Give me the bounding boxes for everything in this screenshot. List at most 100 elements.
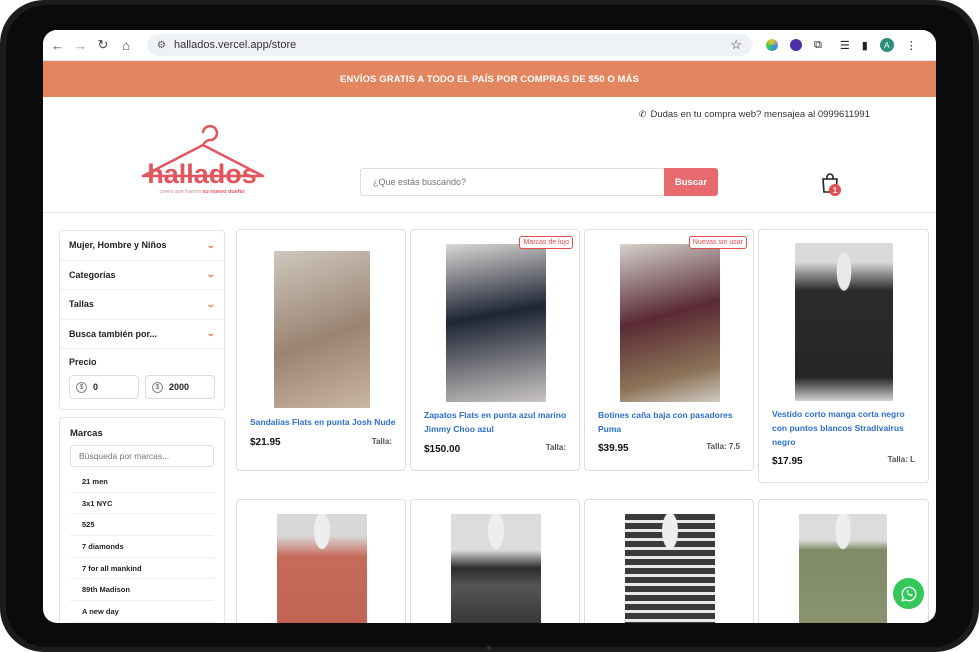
price-min-field[interactable]: $ 0 — [69, 375, 139, 399]
price-label: Precio — [69, 357, 97, 367]
product-card[interactable]: Vestido corto manga corta negro con punto… — [758, 229, 929, 483]
extension-icon[interactable] — [766, 39, 778, 51]
title-line: Zapatos Flats en punta azul marino — [424, 410, 567, 420]
playlist-icon[interactable]: ☰ — [840, 39, 850, 52]
address-bar[interactable]: ⚙ hallados.vercel.app/store ☆ — [147, 34, 752, 56]
filter-label: Tallas — [69, 299, 94, 310]
product-size: Talla: 7.5 — [706, 442, 740, 451]
url-text: hallados.vercel.app/store — [173, 39, 297, 51]
logo-tagline-1: crees que fueron — [160, 189, 203, 195]
chevron-down-icon: ⌄ — [206, 298, 217, 309]
dollar-icon: $ — [152, 381, 163, 393]
product-title[interactable]: Vestido corto manga corta negro con punto… — [772, 407, 905, 449]
product-price: $21.95 — [250, 437, 281, 448]
title-line: Jimmy Choo azul — [424, 424, 494, 434]
product-card[interactable]: Sandalias Flats en punta Josh Nude $21.9… — [236, 229, 406, 471]
phone-icon: ✆ — [638, 109, 647, 119]
screen: ← → ↻ ⌂ ⚙ hallados.vercel.app/store ☆ ⧉ … — [43, 30, 936, 623]
product-image[interactable] — [451, 514, 541, 623]
product-badge: Nuevas sin usar — [688, 236, 747, 249]
filter-label: Categorías — [69, 269, 116, 280]
filter-categories[interactable]: Categorías ⌄ — [60, 261, 224, 290]
site-header: ✆ Dudas en tu compra web? mensajea al 09… — [43, 97, 936, 213]
product-card[interactable]: Nuevas sin usar Botines caña baja con pa… — [584, 229, 754, 471]
product-price: $150.00 — [424, 444, 461, 455]
product-title[interactable]: Sandalias Flats en punta Josh Nude — [250, 415, 395, 429]
title-line: negro — [772, 437, 796, 447]
brand-filter: Marcas 21 men 3x1 NYC 525 7 diamonds 7 f… — [59, 417, 225, 623]
whatsapp-icon — [900, 586, 916, 602]
product-image[interactable] — [620, 244, 720, 402]
brand-item[interactable]: 7 diamonds — [70, 536, 214, 558]
brand-search-input[interactable] — [70, 445, 214, 467]
logo-text: hallados — [147, 159, 257, 189]
product-size: Talla: L — [887, 455, 915, 464]
product-price: $39.95 — [598, 443, 629, 454]
bookmark-star-icon[interactable]: ☆ — [730, 37, 742, 53]
help-contact: ✆ Dudas en tu compra web? mensajea al 09… — [639, 109, 870, 120]
search-input[interactable] — [360, 168, 664, 196]
filter-gender[interactable]: Mujer, Hombre y Niños ⌄ — [60, 231, 224, 261]
promo-banner: ENVÍOS GRATIS A TODO EL PAÍS POR COMPRAS… — [43, 61, 936, 97]
product-image[interactable] — [625, 514, 715, 623]
product-card[interactable] — [236, 499, 406, 623]
cart-count-badge: 1 — [829, 184, 841, 196]
puzzle-icon[interactable]: ⧉ — [814, 39, 822, 52]
filter-label: Mujer, Hombre y Niños — [69, 240, 167, 251]
filter-sizes[interactable]: Tallas ⌄ — [60, 290, 224, 320]
brand-item[interactable]: 21 men — [70, 471, 214, 493]
home-icon[interactable]: ⌂ — [120, 38, 132, 53]
forward-icon[interactable]: → — [74, 38, 87, 53]
back-icon[interactable]: ← — [51, 38, 64, 53]
hanger-icon: hallados crees que fueron su nuevo dueño — [141, 124, 265, 195]
product-image[interactable] — [795, 243, 893, 401]
product-price: $17.95 — [772, 456, 803, 467]
filter-more[interactable]: Busca también por... ⌄ — [60, 320, 224, 349]
product-image[interactable] — [277, 514, 367, 623]
help-text: Dudas en tu compra web? mensajea al 0999… — [650, 109, 870, 120]
product-card[interactable] — [410, 499, 580, 623]
whatsapp-button[interactable] — [893, 578, 924, 609]
search-bar: Buscar — [360, 168, 718, 196]
product-badge: Marcas de lujo — [519, 236, 573, 249]
product-image[interactable] — [446, 244, 546, 402]
product-image[interactable] — [799, 514, 887, 623]
product-card[interactable]: Marcas de lujo Zapatos Flats en punta az… — [410, 229, 580, 471]
filter-label: Busca también por... — [69, 328, 158, 339]
brands-label: Marcas — [70, 428, 103, 439]
brand-item[interactable]: 7 for all mankind — [70, 558, 214, 580]
price-min-value: 0 — [93, 382, 99, 392]
brand-item[interactable]: 3x1 NYC — [70, 493, 214, 515]
title-line: Vestido corto manga corta negro — [772, 409, 905, 419]
brand-item[interactable]: 89th Madison — [70, 579, 214, 602]
filter-sidebar: Mujer, Hombre y Niños ⌄ Categorías ⌄ Tal… — [59, 230, 225, 623]
product-size: Talla: — [545, 443, 566, 452]
price-max-value: 2000 — [169, 382, 190, 392]
sidepanel-icon[interactable]: ▮ — [862, 39, 868, 52]
extension-icon[interactable] — [790, 39, 802, 51]
brand-item[interactable]: A new day — [70, 601, 214, 623]
site-logo[interactable]: hallados crees que fueron su nuevo dueño — [135, 121, 270, 197]
search-button[interactable]: Buscar — [664, 168, 718, 196]
menu-icon[interactable]: ⋮ — [906, 39, 917, 52]
logo-tagline-2: su nuevo dueño — [202, 189, 245, 195]
browser-nav: ← → ↻ ⌂ — [51, 37, 147, 53]
product-image[interactable] — [274, 251, 370, 408]
price-max-field[interactable]: $ 2000 — [145, 375, 215, 399]
product-size: Talla: — [371, 437, 392, 446]
product-card[interactable] — [584, 499, 754, 623]
profile-avatar[interactable]: A — [879, 38, 894, 52]
site-settings-icon[interactable]: ⚙ — [157, 40, 166, 51]
reload-icon[interactable]: ↻ — [97, 37, 109, 53]
product-title[interactable]: Zapatos Flats en punta azul marino Jimmy … — [424, 408, 566, 436]
browser-toolbar: ← → ↻ ⌂ ⚙ hallados.vercel.app/store ☆ ⧉ … — [43, 30, 936, 61]
product-title[interactable]: Botines caña baja con pasadores Puma — [598, 408, 733, 436]
svg-text:crees que fueron su nuevo dueñ: crees que fueron su nuevo dueño — [160, 189, 246, 195]
dollar-icon: $ — [76, 381, 87, 393]
brand-item[interactable]: 525 — [70, 514, 214, 537]
title-line: Botines caña baja con pasadores — [598, 410, 733, 420]
title-line: Puma — [598, 424, 622, 434]
title-line: con puntos blancos Stradivairus — [772, 423, 904, 433]
chevron-down-icon: ⌄ — [206, 239, 217, 250]
chevron-down-icon: ⌄ — [206, 328, 217, 339]
